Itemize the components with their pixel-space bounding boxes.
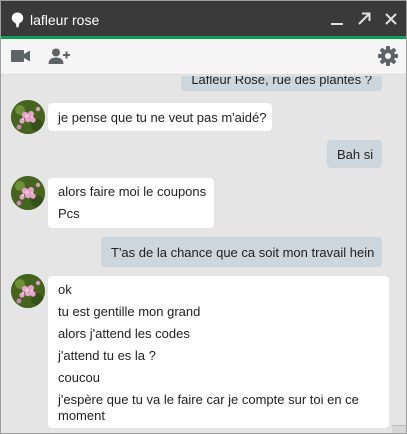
message-text: tu est gentille mon grand [58,304,201,319]
message-text: Pcs [58,206,80,221]
incoming-message: alors faire moi le coupons Pcs [48,178,214,228]
message-list[interactable]: Lafleur Rose, rue des plantes ? je pense… [1,76,406,433]
message-text: Bah si [337,147,374,162]
add-person-button[interactable] [48,47,70,67]
chat-title: lafleur rose [30,12,100,28]
video-camera-icon [11,49,31,66]
message-text: j'attend tu es la ? [58,348,156,363]
settings-button[interactable] [377,45,399,69]
map-pin-icon [11,12,24,28]
outgoing-message: Lafleur Rose, rue des plantes ? [181,76,382,91]
message-text: alors j'attend les codes [58,326,190,341]
contact-avatar[interactable] [11,274,45,308]
incoming-message: je pense que tu ne veut pas m'aidé? [48,103,272,131]
message-text: alors faire moi le coupons [58,184,207,199]
popout-arrow-icon [357,12,371,26]
resize-handle[interactable] [392,425,406,433]
message-text: ok [58,282,72,297]
message-text: T'as de la chance que ca soit mon travai… [111,245,375,260]
close-button[interactable] [382,10,400,28]
outgoing-message: Bah si [327,140,382,168]
contact-avatar[interactable] [11,100,45,134]
contact-avatar[interactable] [11,176,45,210]
message-text: j'espère que tu va le faire car je compt… [58,392,359,407]
add-person-icon [48,48,70,67]
popout-button[interactable] [355,10,373,28]
video-call-button[interactable] [10,47,32,67]
message-text: moment [58,408,105,423]
chat-window: lafleur rose Lafleur Rose, rue des plant… [0,0,407,434]
minimize-button[interactable] [328,10,346,28]
incoming-message: ok tu est gentille mon grand alors j'att… [48,276,389,428]
message-text: Lafleur Rose, rue des plantes ? [191,76,372,87]
gear-icon [378,45,398,69]
title-bar[interactable]: lafleur rose [1,1,406,39]
message-text: coucou [58,370,100,385]
close-icon [384,12,398,26]
minimize-icon [330,12,344,26]
chat-toolbar [1,39,406,75]
flower-avatar [11,176,45,210]
flower-avatar [11,100,45,134]
message-text: je pense que tu ne veut pas m'aidé? [58,110,267,125]
outgoing-message: T'as de la chance que ca soit mon travai… [101,237,382,267]
flower-avatar [11,274,45,308]
